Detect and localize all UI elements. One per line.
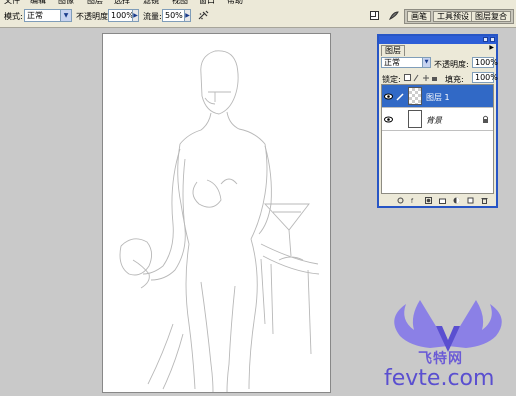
mask-icon[interactable]: [425, 197, 432, 204]
layer-row-1[interactable]: 图层 1: [382, 85, 493, 108]
watermark-en: fevte.com: [384, 366, 495, 391]
chevron-down-icon: ▼: [422, 58, 430, 67]
document-canvas[interactable]: [102, 33, 331, 393]
mode-value: 正常: [27, 11, 43, 20]
layer-name: 图层 1: [426, 93, 450, 102]
opacity-value: 100%: [111, 11, 134, 20]
close-icon[interactable]: [490, 37, 495, 42]
visibility-eye-icon[interactable]: [384, 92, 393, 101]
well-tab-tool-presets[interactable]: 工具预设: [433, 11, 473, 22]
layer-name: 背景: [426, 116, 442, 125]
lock-icon: [483, 115, 488, 123]
flow-slider-button[interactable]: ▶: [184, 9, 191, 22]
blend-mode-value: 正常: [384, 58, 400, 67]
well-tab-brushes[interactable]: 画笔: [407, 11, 431, 22]
svg-text:f: f: [411, 198, 414, 204]
opacity-field[interactable]: 100%: [108, 9, 134, 22]
chevron-down-icon: ▼: [60, 10, 71, 21]
mode-select[interactable]: 正常 ▼: [24, 9, 72, 22]
adjustment-layer-icon[interactable]: [453, 197, 460, 204]
fill-value: 100%: [475, 73, 498, 82]
mode-label: 模式:: [4, 12, 23, 21]
well-tab-layer-comps[interactable]: 图层复合: [471, 11, 511, 22]
opacity-label: 不透明度:: [76, 12, 111, 21]
new-layer-icon[interactable]: [467, 197, 474, 204]
panel-menu-icon[interactable]: ▶: [489, 44, 494, 51]
layer-row-background[interactable]: 背景: [382, 108, 493, 131]
options-bar: 模式: 正常 ▼ 不透明度: 100% ▶ 流量: 50% ▶ 画笔 工具预设 …: [0, 4, 516, 28]
lock-options-icon[interactable]: [404, 74, 438, 82]
flow-field[interactable]: 50%: [162, 9, 185, 22]
document-icon[interactable]: [369, 10, 380, 21]
watermark-cn: 飞特网: [418, 351, 463, 367]
tab-layers[interactable]: 图层: [381, 45, 405, 56]
palette-brush-icon[interactable]: [389, 10, 400, 21]
group-folder-icon[interactable]: [439, 197, 446, 204]
panel-titlebar[interactable]: [379, 36, 496, 44]
layer-list: 图层 1 背景: [381, 84, 494, 194]
panel-bottom-bar: f: [379, 196, 496, 206]
minimize-icon[interactable]: [483, 37, 488, 42]
airbrush-icon[interactable]: [198, 10, 209, 21]
trash-icon[interactable]: [481, 197, 488, 204]
opacity-slider-button[interactable]: ▶: [132, 9, 139, 22]
flow-value: 50%: [165, 11, 183, 20]
layer-thumbnail: [408, 87, 422, 105]
link-icon[interactable]: [397, 197, 404, 204]
brush-icon: [396, 93, 404, 101]
figure-sketch: [119, 50, 320, 393]
palette-well: 画笔 工具预设 图层复合: [404, 9, 514, 24]
blend-mode-select[interactable]: 正常 ▼: [381, 57, 431, 68]
layer-opacity-label: 不透明度:: [434, 60, 469, 69]
visibility-eye-icon[interactable]: [384, 115, 393, 124]
layer-opacity-field[interactable]: 100%: [472, 57, 498, 68]
layer-style-icon[interactable]: f: [411, 197, 418, 204]
layer-opacity-value: 100%: [475, 58, 498, 67]
fill-field[interactable]: 100%: [472, 72, 498, 83]
flow-label: 流量:: [143, 12, 162, 21]
layer-thumbnail: [408, 110, 422, 128]
layers-panel: 图层 ▶ 正常 ▼ 不透明度: 100% 锁定: 填充: 100% 图层 1 背…: [377, 34, 498, 208]
